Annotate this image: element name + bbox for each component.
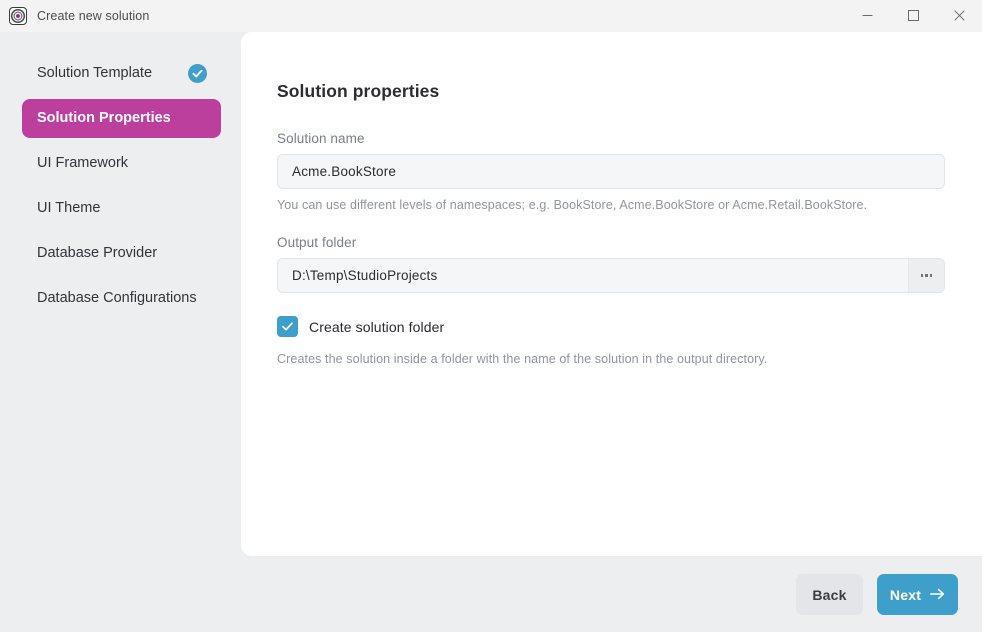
window-title: Create new solution	[37, 9, 149, 23]
sidebar-item-ui-framework[interactable]: UI Framework	[22, 144, 221, 183]
ellipsis-icon	[921, 274, 933, 277]
window-controls	[844, 0, 982, 32]
maximize-button[interactable]	[890, 0, 936, 32]
create-solution-folder-label[interactable]: Create solution folder	[309, 319, 444, 335]
minimize-icon	[862, 10, 873, 21]
minimize-button[interactable]	[844, 0, 890, 32]
wizard-steps-sidebar: Solution Template Solution Properties UI…	[0, 32, 241, 632]
close-button[interactable]	[936, 0, 982, 32]
sidebar-item-label: Solution Template	[37, 63, 180, 84]
create-solution-folder-row[interactable]: Create solution folder	[277, 316, 945, 337]
solution-name-input[interactable]	[277, 154, 945, 189]
check-circle-icon	[188, 64, 207, 83]
create-solution-folder-helper-text: Creates the solution inside a folder wit…	[277, 352, 945, 366]
arrow-right-icon	[930, 587, 945, 603]
solution-name-helper-text: You can use different levels of namespac…	[277, 198, 945, 212]
title-bar: Create new solution	[0, 0, 982, 32]
check-icon	[281, 320, 294, 333]
maximize-icon	[908, 10, 919, 21]
page-title: Solution properties	[277, 81, 945, 102]
sidebar-item-database-configurations[interactable]: Database Configurations	[22, 279, 221, 318]
sidebar-item-ui-theme[interactable]: UI Theme	[22, 189, 221, 228]
output-folder-input[interactable]	[278, 259, 908, 292]
sidebar-item-solution-properties[interactable]: Solution Properties	[22, 99, 221, 138]
create-new-solution-window: Create new solution	[0, 0, 982, 632]
sidebar-item-database-provider[interactable]: Database Provider	[22, 234, 221, 273]
title-bar-left: Create new solution	[0, 7, 844, 25]
sidebar-item-label: Solution Properties	[37, 108, 207, 129]
output-folder-field-group: Output folder	[277, 235, 945, 293]
output-folder-input-wrapper	[277, 258, 945, 293]
next-button[interactable]: Next	[877, 574, 958, 615]
solution-name-field-group: Solution name You can use different leve…	[277, 131, 945, 212]
solution-properties-panel: Solution properties Solution name You ca…	[241, 32, 982, 556]
solution-name-label: Solution name	[277, 131, 945, 146]
back-button[interactable]: Back	[796, 574, 863, 615]
browse-folder-button[interactable]	[908, 259, 944, 292]
dialog-body: Solution Template Solution Properties UI…	[0, 32, 982, 632]
abp-studio-logo-icon	[9, 7, 27, 25]
sidebar-item-solution-template[interactable]: Solution Template	[22, 54, 221, 93]
sidebar-item-label: UI Framework	[37, 153, 207, 174]
sidebar-item-label: Database Provider	[37, 243, 207, 264]
output-folder-label: Output folder	[277, 235, 945, 250]
sidebar-item-label: UI Theme	[37, 198, 207, 219]
sidebar-item-label: Database Configurations	[37, 288, 207, 309]
dialog-footer: Back Next	[0, 557, 982, 632]
next-button-label: Next	[890, 587, 921, 603]
close-icon	[954, 10, 965, 21]
create-solution-folder-checkbox[interactable]	[277, 316, 298, 337]
